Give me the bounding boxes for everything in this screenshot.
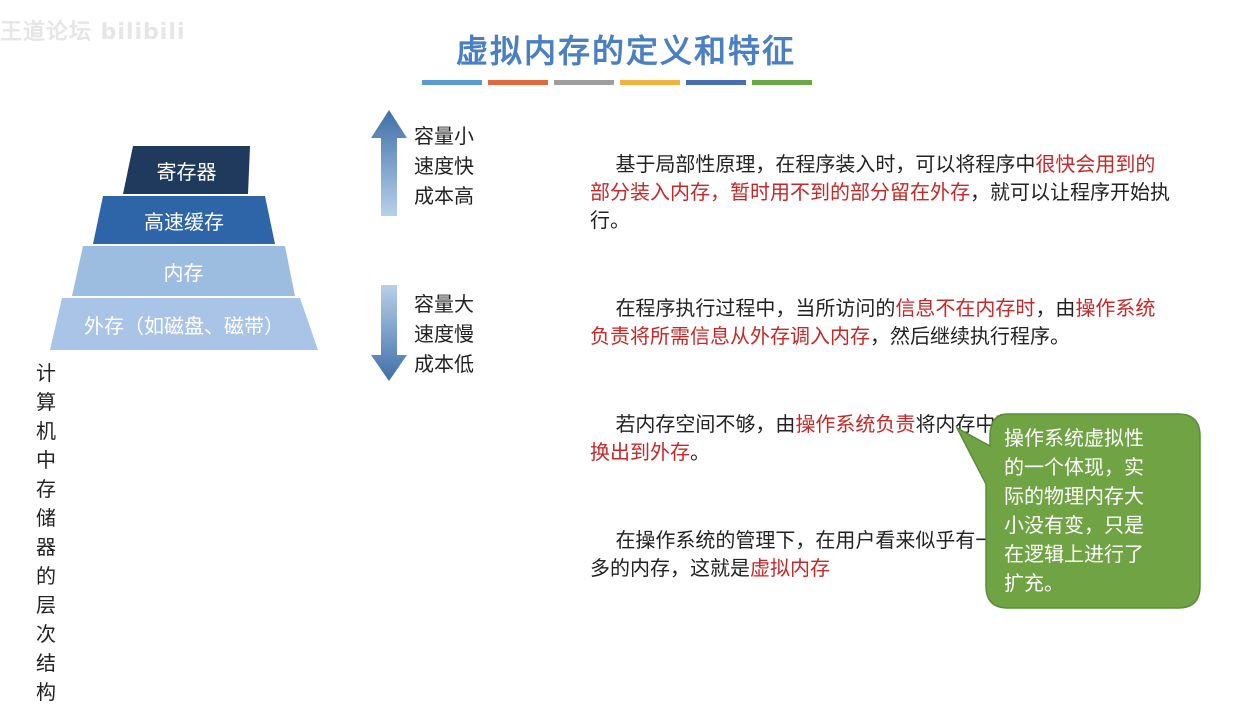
text-segment: 若内存空间不够，由: [615, 412, 796, 436]
color-bar: [752, 80, 812, 85]
color-bar: [422, 80, 482, 85]
text-segment: ，由: [1035, 296, 1076, 320]
tier-label-storage: 外存（如磁盘、磁带）: [84, 313, 284, 338]
tier-label-cache: 高速缓存: [144, 209, 224, 234]
tier-label-register: 寄存器: [156, 159, 217, 184]
text-segment: ，然后继续执行程序。: [870, 324, 1070, 348]
highlight-segment: 操作系统负责: [795, 412, 916, 436]
arrow-down-label-line: 容量大: [414, 292, 474, 316]
arrow-down-label-line: 速度慢: [414, 322, 474, 346]
arrow-up-label-line: 容量小: [414, 124, 474, 148]
arrow-down-label-line: 成本低: [414, 352, 474, 376]
title-color-bars: [422, 80, 812, 85]
color-bar: [554, 80, 614, 85]
arrow-up-label-line: 成本高: [414, 184, 474, 208]
text-segment: 基于局部性原理，在程序装入时，可以将程序中: [615, 152, 1036, 176]
arrow-up-label: 容量小 速度快 成本高: [414, 121, 474, 211]
text-segment: 。: [690, 440, 710, 464]
color-bar: [488, 80, 548, 85]
callout-text: 操作系统虚拟性 的一个体现，实 际的物理内存大 小没有变，只是 在逻辑上进行了 …: [1004, 426, 1144, 595]
text-segment: 在程序执行过程中，当所访问的: [615, 296, 896, 320]
arrow-up-icon: [371, 110, 407, 216]
pyramid-caption: 计算机中存储器的层次结构: [36, 361, 56, 704]
arrow-down-label: 容量大 速度慢 成本低: [414, 289, 474, 379]
arrow-up-label-line: 速度快: [414, 154, 474, 178]
arrow-down-icon: [371, 285, 407, 381]
highlight-segment: 虚拟内存: [750, 556, 830, 580]
tier-label-memory: 内存: [163, 260, 204, 285]
color-bar: [686, 80, 746, 85]
paragraph: 基于局部性原理，在程序装入时，可以将程序中很快会用到的部分装入内存，暂时用不到的…: [590, 122, 1170, 262]
color-bar: [620, 80, 680, 85]
text-segment: 将内存中: [915, 412, 996, 436]
highlight-segment: 信息不在内存时: [895, 296, 1036, 320]
paragraph: 在程序执行过程中，当所访问的信息不在内存时，由操作系统负责将所需信息从外存调入内…: [590, 266, 1170, 378]
